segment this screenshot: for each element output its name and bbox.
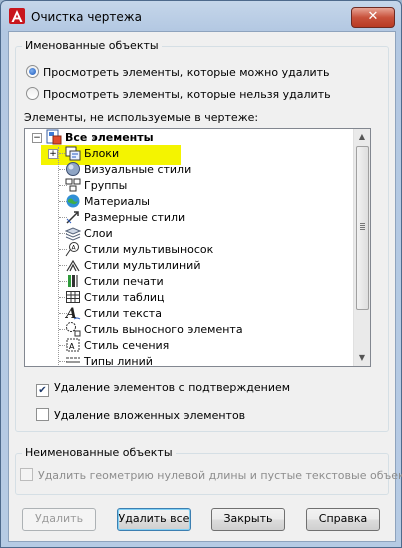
radio-purgeable-label: Просмотреть элементы, которые можно удал…	[43, 66, 330, 79]
tree-item-label: Группы	[84, 179, 128, 192]
materials-icon	[66, 194, 80, 208]
tree-item-label: Типы линий	[84, 355, 153, 367]
radio-purgeable[interactable]	[26, 65, 39, 78]
tree-item-label: Размерные стили	[84, 211, 186, 224]
tree-item-section-view-style[interactable]: A Стиль сечения	[65, 337, 169, 353]
tree-item-dimension-styles[interactable]: Размерные стили	[65, 209, 185, 225]
tree-item-label: Стили мультивыносок	[84, 243, 214, 256]
unused-items-label: Элементы, не используемые в чертеже:	[24, 111, 259, 124]
help-button[interactable]: Справка	[306, 508, 380, 531]
tree-item-label: Визуальные стили	[84, 163, 192, 176]
window-title: Очистка чертежа	[31, 10, 142, 24]
svg-text:A: A	[69, 342, 75, 351]
unnamed-objects-caption: Неименованные объекты	[22, 446, 176, 459]
tree-item-linetypes[interactable]: Типы линий	[65, 353, 153, 367]
radio-nonpurgeable-row[interactable]: Просмотреть элементы, которые нельзя уда…	[26, 87, 331, 103]
blocks-expand-toggle[interactable]: +	[48, 149, 58, 159]
tree-item-label: Блоки	[84, 147, 120, 160]
tree-item-plot-styles[interactable]: Стили печати	[65, 273, 164, 289]
purge-all-button[interactable]: Удалить все	[117, 508, 191, 531]
confirm-checkbox-row[interactable]: ✔ Удаление элементов с подтверждением	[36, 380, 291, 397]
autocad-logo-icon	[9, 8, 25, 24]
close-window-button[interactable]: ✕	[351, 7, 395, 28]
radio-purgeable-row[interactable]: Просмотреть элементы, которые можно удал…	[26, 65, 330, 81]
tree-item-label: Стили мультилиний	[84, 259, 201, 272]
tree-item-layers[interactable]: Слои	[65, 225, 113, 241]
nested-checkbox[interactable]	[36, 408, 49, 421]
tree-item-groups[interactable]: Группы	[65, 177, 127, 193]
tree-item-label: Слои	[84, 227, 113, 240]
nested-checkbox-label: Удаление вложенных элементов	[54, 409, 246, 422]
multileader-styles-icon: A	[65, 242, 79, 257]
groups-icon	[65, 178, 81, 192]
radio-nonpurgeable-label: Просмотреть элементы, которые нельзя уда…	[43, 88, 331, 101]
blocks-icon	[65, 146, 81, 161]
root-collapse-toggle[interactable]: −	[32, 133, 42, 143]
tree-item-label: Стиль сечения	[84, 339, 170, 352]
table-styles-icon	[66, 291, 80, 303]
linetypes-icon	[66, 357, 80, 363]
tree-scrollbar[interactable]: ▲ ▼	[353, 129, 370, 366]
tree-item-detail-view-style[interactable]: Стиль выносного элемента	[65, 321, 243, 337]
layers-icon	[65, 227, 81, 241]
radio-nonpurgeable[interactable]	[26, 87, 39, 100]
multiline-styles-icon	[66, 259, 80, 272]
named-objects-caption: Именованные объекты	[22, 39, 162, 52]
zero-length-label: Удалить геометрию нулевой длины и пустые…	[38, 469, 402, 482]
tree-item-materials[interactable]: Материалы	[65, 193, 150, 209]
nested-checkbox-row[interactable]: Удаление вложенных элементов	[36, 408, 245, 424]
text-styles-icon: A	[65, 306, 81, 321]
zero-length-checkbox-row: Удалить геометрию нулевой длины и пустые…	[20, 468, 402, 484]
section-view-style-icon: A	[66, 338, 80, 352]
visual-styles-icon	[66, 162, 80, 176]
purge-button: Удалить	[22, 508, 96, 531]
scroll-down-arrow-icon[interactable]: ▼	[354, 350, 370, 366]
tree-root[interactable]: Все элементы	[46, 129, 154, 145]
detail-view-style-icon	[66, 322, 81, 337]
tree-item-label: Стили текста	[84, 307, 162, 320]
tree-item-label: Стили печати	[84, 275, 164, 288]
purge-dialog: Очистка чертежа ✕ Именованные объекты Пр…	[0, 0, 402, 548]
tree-item-label: Стиль выносного элемента	[84, 323, 243, 336]
zero-length-checkbox	[20, 468, 33, 481]
tree-item-text-styles[interactable]: A Стили текста	[65, 305, 162, 321]
confirm-checkbox[interactable]: ✔	[36, 384, 49, 397]
tree-item-label: Материалы	[84, 195, 150, 208]
tree-item-multiline-styles[interactable]: Стили мультилиний	[65, 257, 200, 273]
tree-item-multileader-styles[interactable]: A Стили мультивыносок	[65, 241, 213, 257]
dialog-body: Именованные объекты Просмотреть элементы…	[8, 31, 402, 542]
tree-item-table-styles[interactable]: Стили таблиц	[65, 289, 165, 305]
tree-item-blocks[interactable]: Блоки	[65, 145, 119, 161]
tree-root-label: Все элементы	[65, 131, 154, 144]
confirm-checkbox-label: Удаление элементов с подтверждением	[54, 381, 291, 394]
tree-item-visual-styles[interactable]: Визуальные стили	[65, 161, 191, 177]
scroll-thumb[interactable]	[356, 146, 369, 310]
items-tree[interactable]: − Все элементы + Блоки Визуальные стили …	[24, 128, 371, 367]
all-items-icon	[46, 129, 62, 145]
dimension-styles-icon	[66, 211, 79, 224]
title-bar[interactable]: Очистка чертежа ✕	[1, 1, 401, 31]
close-button[interactable]: Закрыть	[211, 508, 285, 531]
plot-styles-icon	[68, 275, 78, 287]
tree-item-label: Стили таблиц	[84, 291, 165, 304]
scroll-up-arrow-icon[interactable]: ▲	[354, 129, 370, 145]
